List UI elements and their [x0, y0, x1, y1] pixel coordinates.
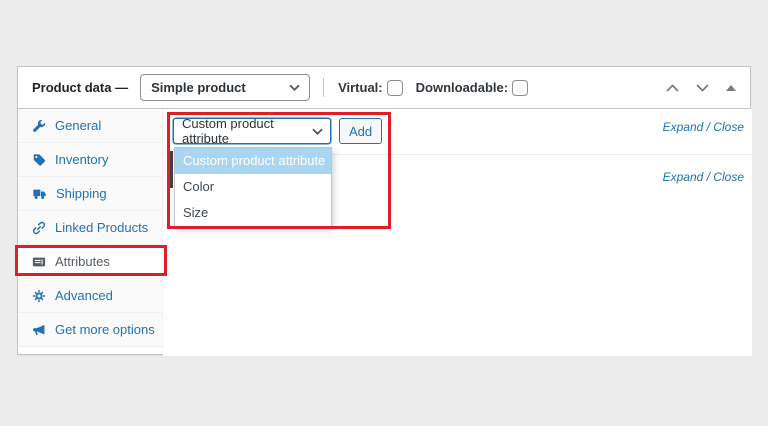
tab-inventory[interactable]: Inventory — [18, 143, 162, 177]
tab-label: Inventory — [55, 152, 109, 167]
product-type-select-value: Simple product — [151, 80, 246, 95]
tab-linked-products[interactable]: Linked Products — [18, 211, 162, 245]
dropdown-option-size[interactable]: Size — [175, 200, 331, 226]
attribute-select-value: Custom product attribute — [182, 116, 274, 146]
tab-label: Advanced — [55, 288, 113, 303]
tab-label: Shipping — [56, 186, 107, 201]
toggle-panel-button[interactable] — [724, 83, 738, 93]
tab-label: Attributes — [55, 254, 110, 269]
dropdown-option-custom-product-attribute[interactable]: Custom product attribute — [175, 148, 331, 174]
chevron-up-icon — [666, 84, 679, 92]
header-controls — [664, 67, 738, 109]
gear-icon — [32, 289, 46, 303]
product-data-metabox: Product data — Simple product Virtual: D… — [15, 66, 752, 356]
tab-label: Get more options — [55, 322, 155, 337]
megaphone-icon — [32, 323, 46, 337]
move-down-button[interactable] — [694, 82, 711, 94]
obscured-element — [169, 151, 173, 188]
page: { "colors": { "accent_blue": "#2271b1", … — [0, 0, 768, 426]
tab-general[interactable]: General — [18, 109, 162, 143]
tag-icon — [32, 153, 46, 167]
dropdown-option-color[interactable]: Color — [175, 174, 331, 200]
virtual-checkbox[interactable] — [386, 79, 403, 96]
tab-shipping[interactable]: Shipping — [18, 177, 162, 211]
chevron-down-icon — [312, 128, 323, 135]
virtual-label[interactable]: Virtual: — [338, 80, 383, 95]
product-type-select[interactable]: Simple product — [140, 74, 311, 101]
tab-advanced[interactable]: Advanced — [18, 279, 162, 313]
attribute-select[interactable]: Custom product attribute — [173, 116, 331, 146]
tab-label: General — [55, 118, 102, 133]
tab-get-more-options[interactable]: Get more options — [18, 313, 162, 347]
tab-attributes[interactable]: Attributes — [18, 245, 162, 279]
product-data-tabs: General Inventory Shipping Linked Produc… — [18, 109, 163, 348]
header-divider — [323, 78, 325, 97]
metabox-header: Product data — Simple product Virtual: D… — [18, 67, 750, 109]
attributes-panel: Custom product attribute Add Expand / Cl… — [163, 109, 752, 356]
chevron-down-icon — [289, 84, 300, 91]
attribute-row-expand-close-link[interactable]: Expand / Close — [663, 170, 744, 184]
link-icon — [32, 221, 46, 235]
chevron-down-icon — [696, 84, 709, 92]
move-up-button[interactable] — [664, 82, 681, 94]
list-card-icon — [32, 255, 46, 269]
downloadable-checkbox[interactable] — [512, 79, 529, 96]
truck-icon — [32, 187, 47, 201]
expand-close-link[interactable]: Expand / Close — [663, 120, 744, 134]
wrench-icon — [32, 119, 46, 133]
add-attribute-button[interactable]: Add — [339, 118, 383, 144]
metabox-title: Product data — — [32, 80, 129, 95]
attribute-select-dropdown: Custom product attribute Color Size — [174, 147, 332, 227]
triangle-up-icon — [726, 85, 736, 91]
downloadable-label[interactable]: Downloadable: — [416, 80, 508, 95]
tab-label: Linked Products — [55, 220, 149, 235]
